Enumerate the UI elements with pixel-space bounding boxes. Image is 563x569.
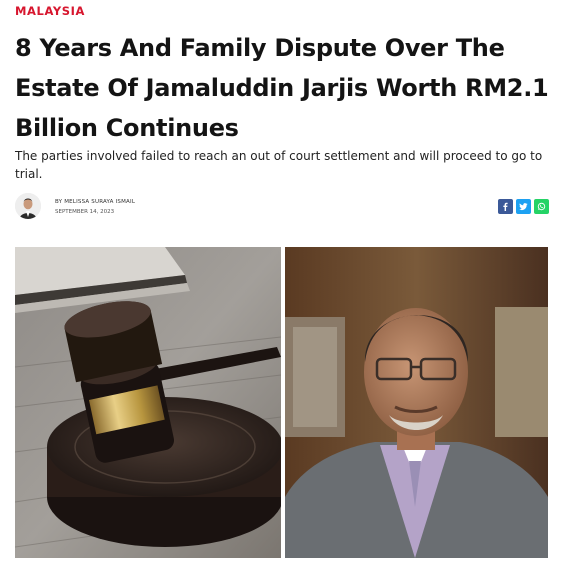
author-name[interactable]: MELISSA SURAYA ISMAIL bbox=[64, 199, 135, 205]
byline: BY MELISSA SURAYA ISMAIL SEPTEMBER 14, 2… bbox=[15, 193, 549, 223]
share-facebook-button[interactable] bbox=[498, 199, 513, 214]
share-twitter-button[interactable] bbox=[516, 199, 531, 214]
author-avatar[interactable] bbox=[15, 193, 41, 219]
portrait-photo bbox=[285, 247, 548, 558]
article-subtitle: The parties involved failed to reach an … bbox=[15, 149, 543, 181]
whatsapp-icon bbox=[537, 202, 546, 211]
twitter-icon bbox=[519, 203, 528, 211]
gavel-image bbox=[15, 247, 281, 558]
portrait-image bbox=[285, 247, 548, 558]
byline-prefix: BY bbox=[55, 199, 63, 205]
article-title: 8 Years And Family Dispute Over The Esta… bbox=[15, 34, 549, 142]
share-whatsapp-button[interactable] bbox=[534, 199, 549, 214]
facebook-icon bbox=[503, 202, 508, 211]
gavel-illustration bbox=[15, 247, 281, 558]
category-label[interactable]: MALAYSIA bbox=[15, 4, 85, 18]
publish-date: SEPTEMBER 14, 2023 bbox=[55, 209, 115, 215]
person-icon bbox=[15, 193, 41, 219]
article-images bbox=[15, 247, 548, 558]
share-buttons bbox=[498, 199, 549, 214]
author-line: BY MELISSA SURAYA ISMAIL bbox=[55, 198, 135, 206]
